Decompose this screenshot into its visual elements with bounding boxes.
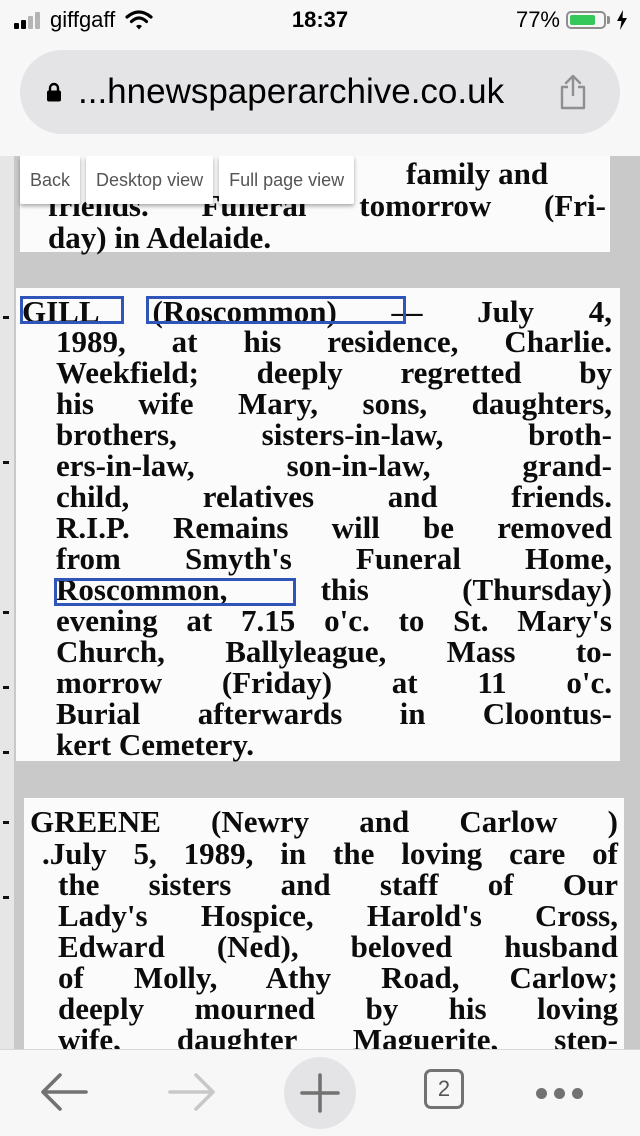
clipping-line: R.I.P. Remains will be removed — [56, 510, 612, 545]
clipping-line: GREENE (Newry and Carlow ) — [30, 804, 618, 839]
adjacent-column-edge — [0, 156, 14, 1049]
search-highlight-roscommon-2[interactable] — [54, 578, 296, 606]
clipping-line: Lady's Hospice, Harold's Cross, — [58, 898, 618, 933]
archive-toolbar: Back Desktop view Full page view — [20, 156, 360, 204]
clipping-line: brothers, sisters-in-law, broth- — [56, 417, 612, 452]
new-tab-plus-icon — [300, 1073, 340, 1113]
battery-percent: 77% — [515, 7, 560, 32]
clipping-line: .July 5, 1989, in the loving care of — [42, 836, 618, 871]
clipping-line: his wife Mary, sons, daughters, — [56, 386, 612, 421]
clipping-line: day) in Adelaide. — [48, 220, 272, 255]
url-field[interactable]: ...hnewspaperarchive.co.uk — [20, 50, 620, 134]
back-button[interactable]: Back — [20, 156, 81, 204]
tabs-icon[interactable]: 2 — [424, 1069, 464, 1109]
clipping-greene-notice: GREENE (Newry and Carlow ) .July 5, 1989… — [24, 798, 624, 1049]
search-highlight-roscommon[interactable] — [146, 296, 406, 324]
clipping-line: morrow (Friday) at 11 o'c. — [56, 665, 612, 700]
clipping-line: family and — [406, 156, 549, 191]
clipping-gill-notice: GILL (Roscommon) — July 4, 1989, at his … — [16, 288, 620, 761]
search-highlight-gill[interactable] — [20, 296, 124, 324]
clipping-line: of Molly, Athy Road, Carlow; — [58, 960, 618, 995]
status-bar: giffgaff 18:37 77% — [0, 0, 640, 40]
url-text[interactable]: ...hnewspaperarchive.co.uk — [78, 70, 568, 114]
clipping-line: Burial afterwards in Cloontus- — [56, 696, 612, 731]
back-arrow-icon — [41, 1073, 88, 1111]
more-icon[interactable] — [536, 1088, 590, 1099]
battery-icon — [566, 11, 606, 29]
new-tab-button[interactable] — [284, 1057, 356, 1129]
full-page-view-button[interactable]: Full page view — [219, 156, 355, 204]
clipping-line: evening at 7.15 o'c. to St. Mary's — [56, 603, 612, 638]
forward-arrow-icon — [168, 1073, 215, 1111]
forward-nav-button[interactable] — [162, 1062, 222, 1122]
newspaper-viewer[interactable]: family and friends. Funeral tomorrow (Fr… — [0, 156, 640, 1049]
clipping-line: 1989, at his residence, Charlie. — [56, 324, 612, 359]
clipping-line: Church, Ballyleague, Mass to- — [56, 634, 612, 669]
share-icon[interactable] — [558, 74, 588, 110]
clipping-line: from Smyth's Funeral Home, — [56, 541, 612, 576]
browser-address-bar: ...hnewspaperarchive.co.uk — [0, 40, 640, 156]
clipping-line: ers-in-law, son-in-law, grand- — [56, 448, 612, 483]
clipping-line: Weekfield; deeply regretted by — [56, 355, 612, 390]
battery-tip — [607, 16, 610, 24]
lock-icon — [47, 82, 61, 102]
clipping-line: the sisters and staff of Our — [58, 867, 618, 902]
clipping-line: wife, daughter Maguerite, step- — [58, 1022, 618, 1049]
charging-icon — [617, 10, 627, 30]
browser-bottom-toolbar: 2 — [0, 1049, 640, 1136]
clipping-line: deeply mourned by his loving — [58, 991, 618, 1026]
desktop-view-button[interactable]: Desktop view — [86, 156, 214, 204]
battery-level-fill — [570, 15, 595, 25]
status-right: 77% — [516, 7, 628, 33]
clipping-line: Edward (Ned), beloved husband — [58, 929, 618, 964]
back-nav-button[interactable] — [34, 1062, 94, 1122]
clipping-line: kert Cemetery. — [56, 727, 254, 762]
clipping-line: child, relatives and friends. — [56, 479, 612, 514]
